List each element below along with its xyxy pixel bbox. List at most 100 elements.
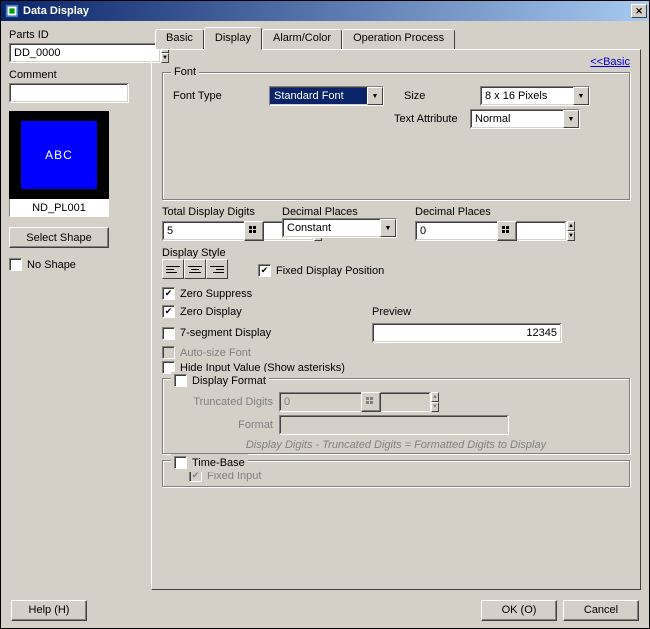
checkbox-box[interactable]: [174, 456, 187, 469]
decimal-mode-label: Decimal Places: [282, 206, 397, 218]
tab-display[interactable]: Display: [204, 27, 262, 50]
titlebar: Data Display ✕: [1, 1, 649, 21]
basic-link[interactable]: <<Basic: [590, 56, 630, 68]
truncated-input: [279, 392, 431, 412]
help-button[interactable]: Help (H): [11, 600, 87, 621]
select-shape-button[interactable]: Select Shape: [9, 227, 109, 248]
parts-id-label: Parts ID: [9, 29, 141, 41]
format-label: Format: [173, 419, 273, 431]
app-icon: [5, 4, 19, 18]
tab-basic[interactable]: Basic: [155, 29, 204, 49]
font-type-select[interactable]: Standard Font ▼: [269, 86, 384, 106]
decimal-value-col: Decimal Places ▲▼: [415, 206, 517, 244]
keypad-button[interactable]: [244, 221, 264, 241]
total-digits-col: Total Display Digits ▲▼: [162, 206, 264, 244]
align-right-button[interactable]: [206, 259, 228, 279]
shape-preview-text: ABC: [21, 121, 97, 189]
fixed-position-box[interactable]: ✔: [258, 264, 271, 277]
total-digits-label: Total Display Digits: [162, 206, 264, 218]
left-panel: Parts ID ▲▼ Comment ABC ND_PL001 Select …: [9, 29, 141, 590]
no-shape-checkbox[interactable]: No Shape: [9, 258, 141, 271]
parts-id-input[interactable]: [9, 43, 161, 63]
format-input: [279, 415, 509, 435]
close-button[interactable]: ✕: [631, 4, 647, 18]
display-format-legend: Display Format: [171, 372, 269, 390]
align-left-button[interactable]: [162, 259, 184, 279]
decimal-value-input[interactable]: [415, 221, 567, 241]
decimal-mode-value: Constant: [283, 220, 380, 236]
dropdown-icon[interactable]: ▼: [563, 110, 579, 128]
fixed-input-checkbox: ✔ Fixed Input: [189, 469, 619, 482]
seven-seg-label: 7-segment Display: [180, 327, 271, 339]
align-group: [162, 259, 228, 279]
checkbox-box[interactable]: [174, 374, 187, 387]
font-legend: Font: [171, 66, 199, 78]
time-base-checkbox[interactable]: Time-Base: [174, 456, 245, 469]
zero-display-label: Zero Display: [180, 306, 242, 318]
dropdown-icon[interactable]: ▼: [367, 87, 383, 105]
decimal-value-spinner[interactable]: ▲▼: [567, 221, 575, 241]
font-size-value: 8 x 16 Pixels: [481, 88, 573, 104]
shape-name: ND_PL001: [9, 199, 109, 217]
align-center-button[interactable]: [184, 259, 206, 279]
truncated-field: ▲▼: [279, 392, 355, 412]
dialog-footer: Help (H) OK (O) Cancel: [1, 592, 649, 628]
preview-label: Preview: [372, 306, 411, 318]
decimal-mode-select[interactable]: Constant ▼: [282, 218, 397, 238]
text-attr-value: Normal: [471, 111, 563, 127]
decimal-value-label: Decimal Places: [415, 206, 517, 218]
seven-seg-checkbox[interactable]: 7-segment Display: [162, 327, 372, 340]
checkbox-box[interactable]: ✔: [162, 305, 175, 318]
autosize-label: Auto-size Font: [180, 347, 251, 359]
zero-suppress-label: Zero Suppress: [180, 288, 252, 300]
no-shape-box[interactable]: [9, 258, 22, 271]
shape-preview: ABC: [9, 111, 109, 199]
ok-button[interactable]: OK (O): [481, 600, 557, 621]
text-attr-select[interactable]: Normal ▼: [470, 109, 580, 129]
truncated-label: Truncated Digits: [173, 396, 273, 408]
window-title: Data Display: [23, 5, 631, 17]
checkbox-box: [162, 346, 175, 359]
text-attr-label: Text Attribute: [394, 113, 464, 125]
comment-label: Comment: [9, 69, 141, 81]
time-base-group: Time-Base ✔ Fixed Input: [162, 460, 630, 487]
time-base-label: Time-Base: [192, 457, 245, 469]
truncated-spinner: ▲▼: [431, 392, 439, 412]
zero-suppress-checkbox[interactable]: ✔ Zero Suppress: [162, 287, 630, 300]
autosize-checkbox: Auto-size Font: [162, 346, 630, 359]
right-panel: Basic Display Alarm/Color Operation Proc…: [151, 29, 641, 590]
display-style-col: Display Style: [162, 247, 228, 279]
checkbox-box[interactable]: [162, 327, 175, 340]
display-format-group: Display Format Truncated Digits ▲▼: [162, 378, 630, 454]
tab-strip: Basic Display Alarm/Color Operation Proc…: [151, 29, 641, 49]
decimal-mode-col: Decimal Places Constant ▼: [282, 206, 397, 238]
total-digits-field[interactable]: ▲▼: [162, 221, 238, 241]
zero-display-checkbox[interactable]: ✔ Zero Display: [162, 305, 372, 318]
font-type-value: Standard Font: [270, 88, 367, 104]
dialog-window: Data Display ✕ Parts ID ▲▼ Comment ABC N…: [0, 0, 650, 629]
parts-id-field[interactable]: ▲▼: [9, 43, 129, 63]
decimal-value-field[interactable]: ▲▼: [415, 221, 491, 241]
checkbox-box[interactable]: ✔: [162, 287, 175, 300]
display-style-label: Display Style: [162, 247, 228, 259]
no-shape-label: No Shape: [27, 259, 76, 271]
dropdown-icon[interactable]: ▼: [573, 87, 589, 105]
tab-operation-process[interactable]: Operation Process: [342, 29, 455, 49]
display-format-hint: Display Digits - Truncated Digits = Form…: [173, 439, 619, 451]
fixed-position-checkbox[interactable]: ✔ Fixed Display Position: [258, 264, 384, 277]
dropdown-icon[interactable]: ▼: [380, 219, 396, 237]
fixed-position-label: Fixed Display Position: [276, 265, 384, 277]
font-size-select[interactable]: 8 x 16 Pixels ▼: [480, 86, 590, 106]
display-format-label: Display Format: [192, 375, 266, 387]
tab-alarm-color[interactable]: Alarm/Color: [262, 29, 342, 49]
time-base-legend: Time-Base: [171, 454, 248, 472]
keypad-button: [361, 392, 381, 412]
comment-input[interactable]: [9, 83, 129, 103]
display-format-checkbox[interactable]: Display Format: [174, 374, 266, 387]
tab-panel-display: <<Basic Font Font Type Standard Font ▼ S…: [151, 49, 641, 590]
font-type-label: Font Type: [173, 90, 263, 102]
keypad-button[interactable]: [497, 221, 517, 241]
cancel-button[interactable]: Cancel: [563, 600, 639, 621]
preview-field: 12345: [372, 323, 562, 343]
font-group: Font Font Type Standard Font ▼ Size 8 x …: [162, 72, 630, 200]
